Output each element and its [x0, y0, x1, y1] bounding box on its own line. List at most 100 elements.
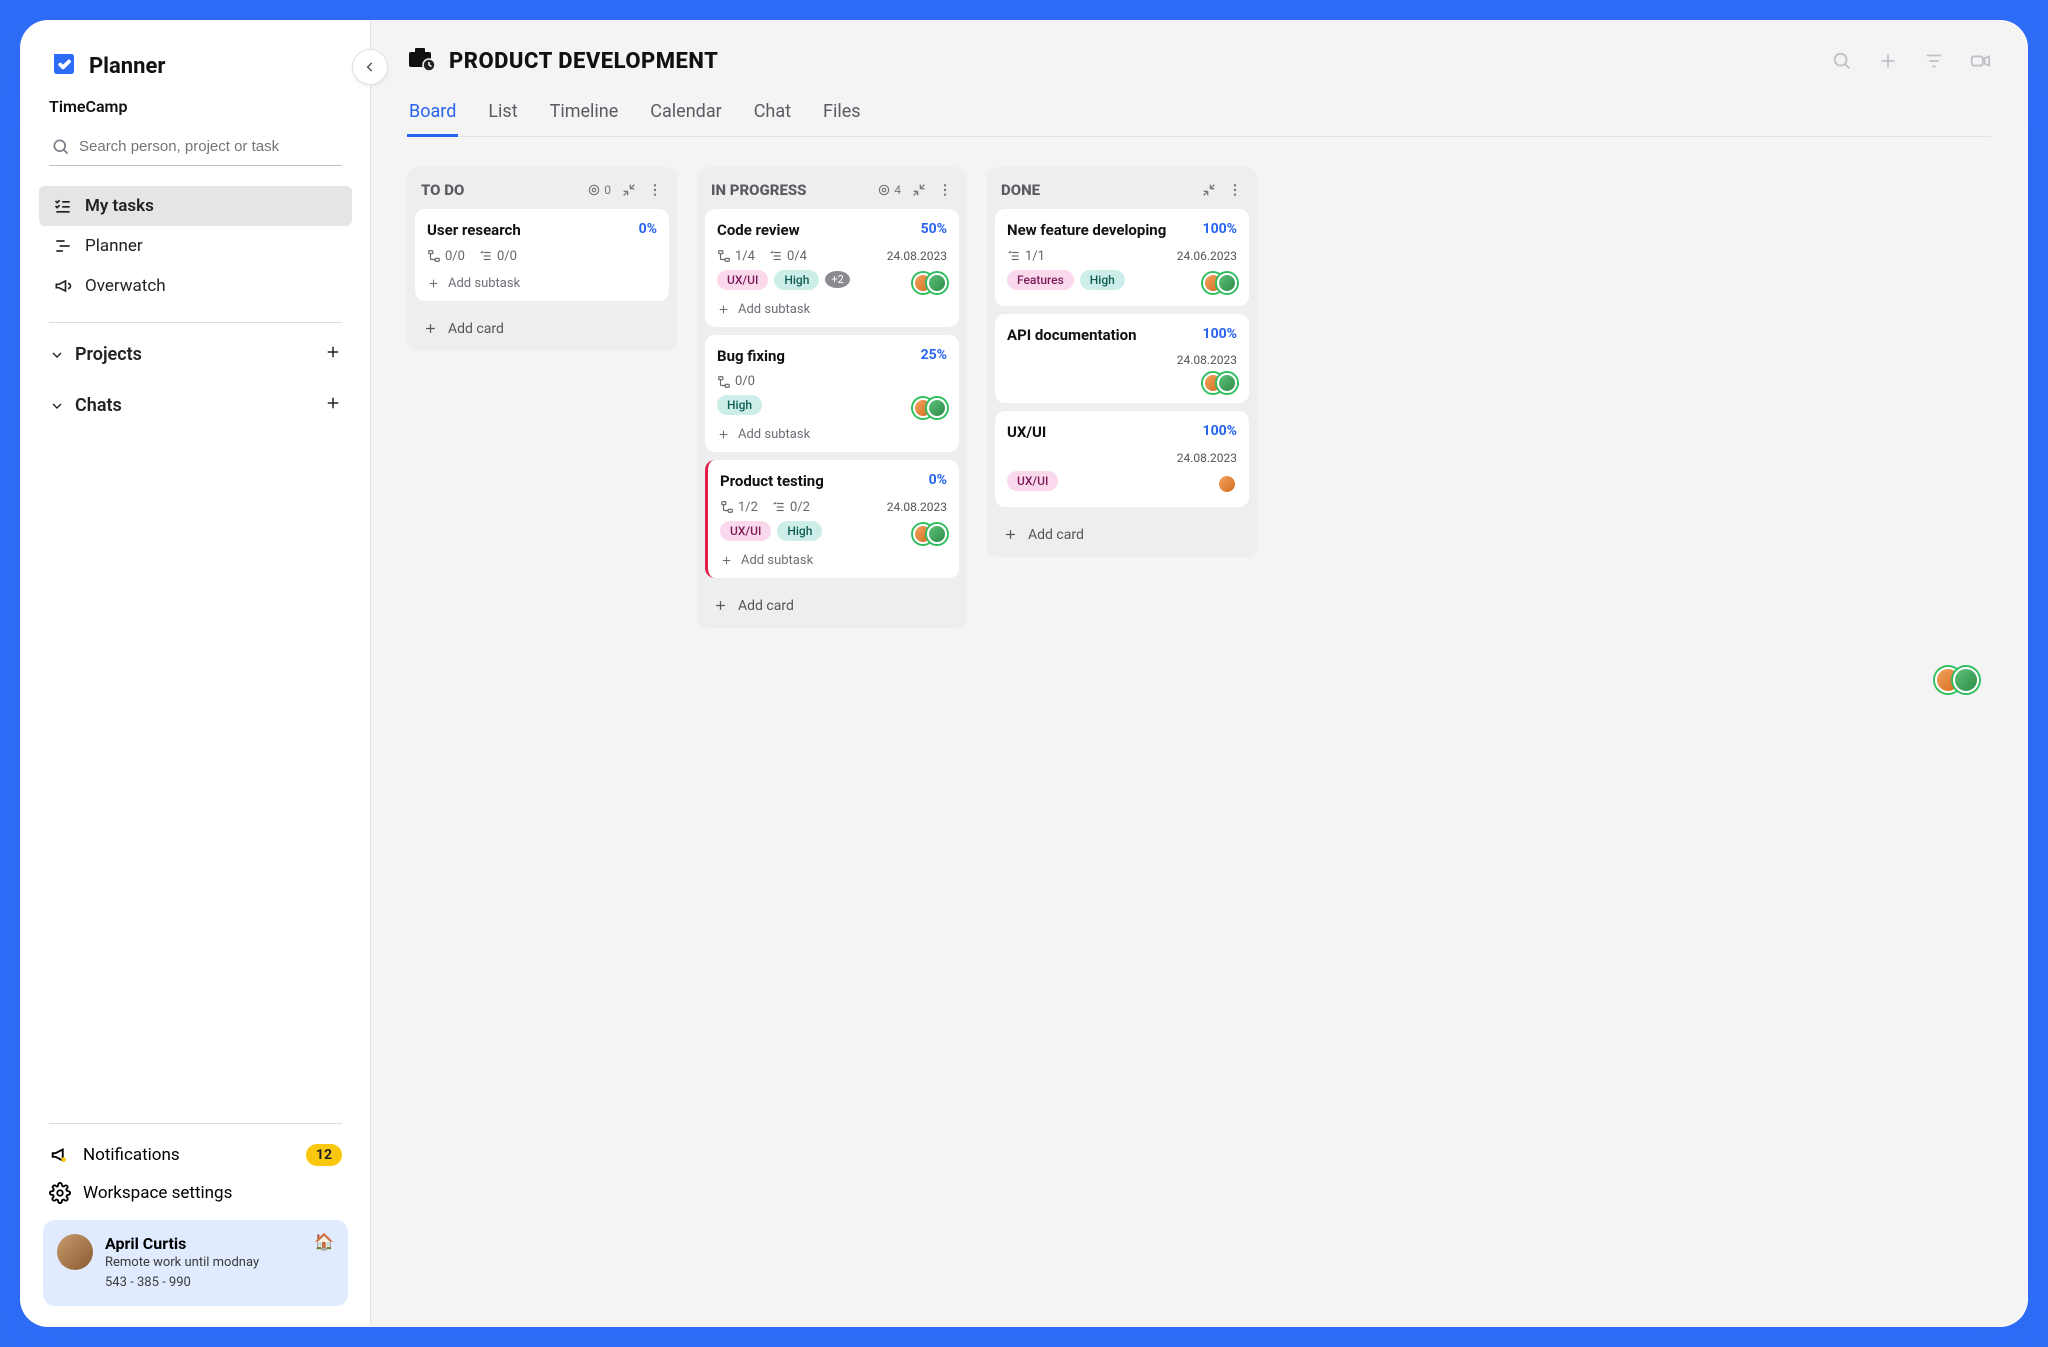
- add-card-button[interactable]: Add card: [987, 515, 1257, 557]
- kanban-board: TO DO 0 User research 0%: [371, 137, 2027, 1326]
- tab-chat[interactable]: Chat: [752, 93, 793, 137]
- project-title: PRODUCT DEVELOPMENT: [449, 49, 718, 74]
- search-icon: [51, 137, 71, 157]
- column-todo: TO DO 0 User research 0%: [407, 167, 677, 351]
- nav-item-overwatch[interactable]: Overwatch: [39, 266, 352, 306]
- video-icon[interactable]: [1969, 50, 1991, 72]
- divider: [49, 1123, 342, 1124]
- workspace-settings-button[interactable]: Workspace settings: [21, 1174, 370, 1220]
- collapse-sidebar-button[interactable]: [352, 49, 388, 85]
- section-chats[interactable]: Chats: [21, 380, 370, 431]
- assignees[interactable]: [1217, 474, 1237, 494]
- main-header: PRODUCT DEVELOPMENT Board List Timeline …: [371, 21, 2027, 137]
- task-card[interactable]: Code review 50% 1/4 0/4 24.08.2023 UX/UI…: [705, 209, 959, 327]
- add-card-button[interactable]: Add card: [407, 309, 677, 351]
- nav-label: My tasks: [85, 196, 154, 216]
- collapse-icon[interactable]: [1201, 182, 1217, 198]
- card-title: Bug fixing: [717, 347, 785, 367]
- task-card[interactable]: Bug fixing 25% 0/0 High Add subtask: [705, 335, 959, 453]
- subtask-icon: [717, 375, 731, 389]
- user-avatar: [57, 1234, 93, 1270]
- user-name: April Curtis: [105, 1234, 259, 1253]
- more-icon[interactable]: [647, 182, 663, 198]
- search-field[interactable]: [49, 128, 342, 166]
- notifications-button[interactable]: Notifications 12: [21, 1136, 370, 1174]
- app-name: Planner: [89, 54, 165, 79]
- subtask-count: 0/0: [427, 249, 465, 264]
- card-date: 24.08.2023: [887, 500, 947, 514]
- settings-label: Workspace settings: [83, 1183, 232, 1203]
- megaphone-icon: [53, 276, 73, 296]
- nav-label: Overwatch: [85, 276, 166, 296]
- task-card[interactable]: API documentation 100% 24.08.2023: [995, 314, 1249, 404]
- card-percent: 100%: [1203, 221, 1237, 237]
- main-content: PRODUCT DEVELOPMENT Board List Timeline …: [371, 21, 2027, 1326]
- add-card-button[interactable]: Add card: [697, 586, 967, 628]
- more-icon[interactable]: [937, 182, 953, 198]
- column-inprogress: IN PROGRESS 4 Code review 50%: [697, 167, 967, 628]
- filter-icon[interactable]: [1923, 50, 1945, 72]
- nav-item-planner[interactable]: Planner: [39, 226, 352, 266]
- search-input[interactable]: [49, 128, 342, 165]
- checklist-icon: [769, 249, 783, 263]
- assignees[interactable]: [913, 273, 947, 293]
- sidebar: Planner TimeCamp My tasks: [21, 21, 371, 1326]
- subtask-icon: [720, 500, 734, 514]
- card-title: New feature developing: [1007, 221, 1166, 241]
- user-phone: 543 - 385 - 990: [105, 1273, 259, 1293]
- plus-icon[interactable]: [1877, 50, 1899, 72]
- assignees[interactable]: [913, 398, 947, 418]
- add-project-button[interactable]: [324, 343, 342, 366]
- add-subtask-button[interactable]: Add subtask: [717, 421, 947, 442]
- divider: [49, 322, 342, 323]
- chevron-down-icon: [49, 347, 65, 363]
- checklist-icon: [1007, 249, 1021, 263]
- add-subtask-button[interactable]: Add subtask: [427, 270, 657, 291]
- gear-icon: [49, 1182, 71, 1204]
- logo-row: Planner: [21, 49, 370, 97]
- tab-list[interactable]: List: [486, 93, 519, 137]
- assignees[interactable]: [913, 524, 947, 544]
- section-projects[interactable]: Projects: [21, 329, 370, 380]
- card-date: 24.08.2023: [1177, 353, 1237, 367]
- collapse-icon[interactable]: [621, 182, 637, 198]
- briefcase-icon: [407, 45, 435, 77]
- more-icon[interactable]: [1227, 182, 1243, 198]
- nav-label: Planner: [85, 236, 143, 256]
- collapse-icon[interactable]: [911, 182, 927, 198]
- card-title: UX/UI: [1007, 423, 1046, 443]
- add-subtask-button[interactable]: Add subtask: [720, 547, 947, 568]
- tab-bar: Board List Timeline Calendar Chat Files: [407, 93, 1991, 137]
- add-subtask-button[interactable]: Add subtask: [717, 296, 947, 317]
- assignees[interactable]: [1203, 273, 1237, 293]
- header-actions: [1831, 50, 1991, 72]
- checklist-icon: [772, 500, 786, 514]
- column-title: TO DO: [421, 181, 464, 199]
- tag: UX/UI: [717, 270, 768, 290]
- tab-board[interactable]: Board: [407, 93, 458, 137]
- floating-assignees[interactable]: [1935, 667, 1979, 697]
- tab-files[interactable]: Files: [821, 93, 863, 137]
- nav-group: My tasks Planner Overwatch: [21, 176, 370, 316]
- task-card[interactable]: Product testing 0% 1/2 0/2 24.08.2023 UX…: [705, 460, 959, 578]
- card-title: User research: [427, 221, 521, 241]
- user-card[interactable]: April Curtis Remote work until modnay 54…: [43, 1220, 348, 1306]
- card-percent: 25%: [921, 347, 947, 363]
- list-check-icon: [53, 196, 73, 216]
- search-icon[interactable]: [1831, 50, 1853, 72]
- tag: High: [717, 395, 762, 415]
- task-card[interactable]: User research 0% 0/0 0/0: [415, 209, 669, 301]
- assignees[interactable]: [1203, 373, 1237, 393]
- tab-timeline[interactable]: Timeline: [548, 93, 621, 137]
- task-card[interactable]: New feature developing 100% 1/1 24.06.20…: [995, 209, 1249, 306]
- tag: UX/UI: [720, 521, 771, 541]
- nav-item-my-tasks[interactable]: My tasks: [39, 186, 352, 226]
- chevron-left-icon: [363, 60, 377, 74]
- tab-calendar[interactable]: Calendar: [648, 93, 723, 137]
- task-card[interactable]: UX/UI 100% 24.08.2023 UX/UI: [995, 411, 1249, 507]
- add-chat-button[interactable]: [324, 394, 342, 417]
- card-percent: 100%: [1203, 423, 1237, 439]
- tag: High: [774, 270, 819, 290]
- section-label: Projects: [75, 344, 142, 365]
- more-tags[interactable]: +2: [825, 271, 849, 288]
